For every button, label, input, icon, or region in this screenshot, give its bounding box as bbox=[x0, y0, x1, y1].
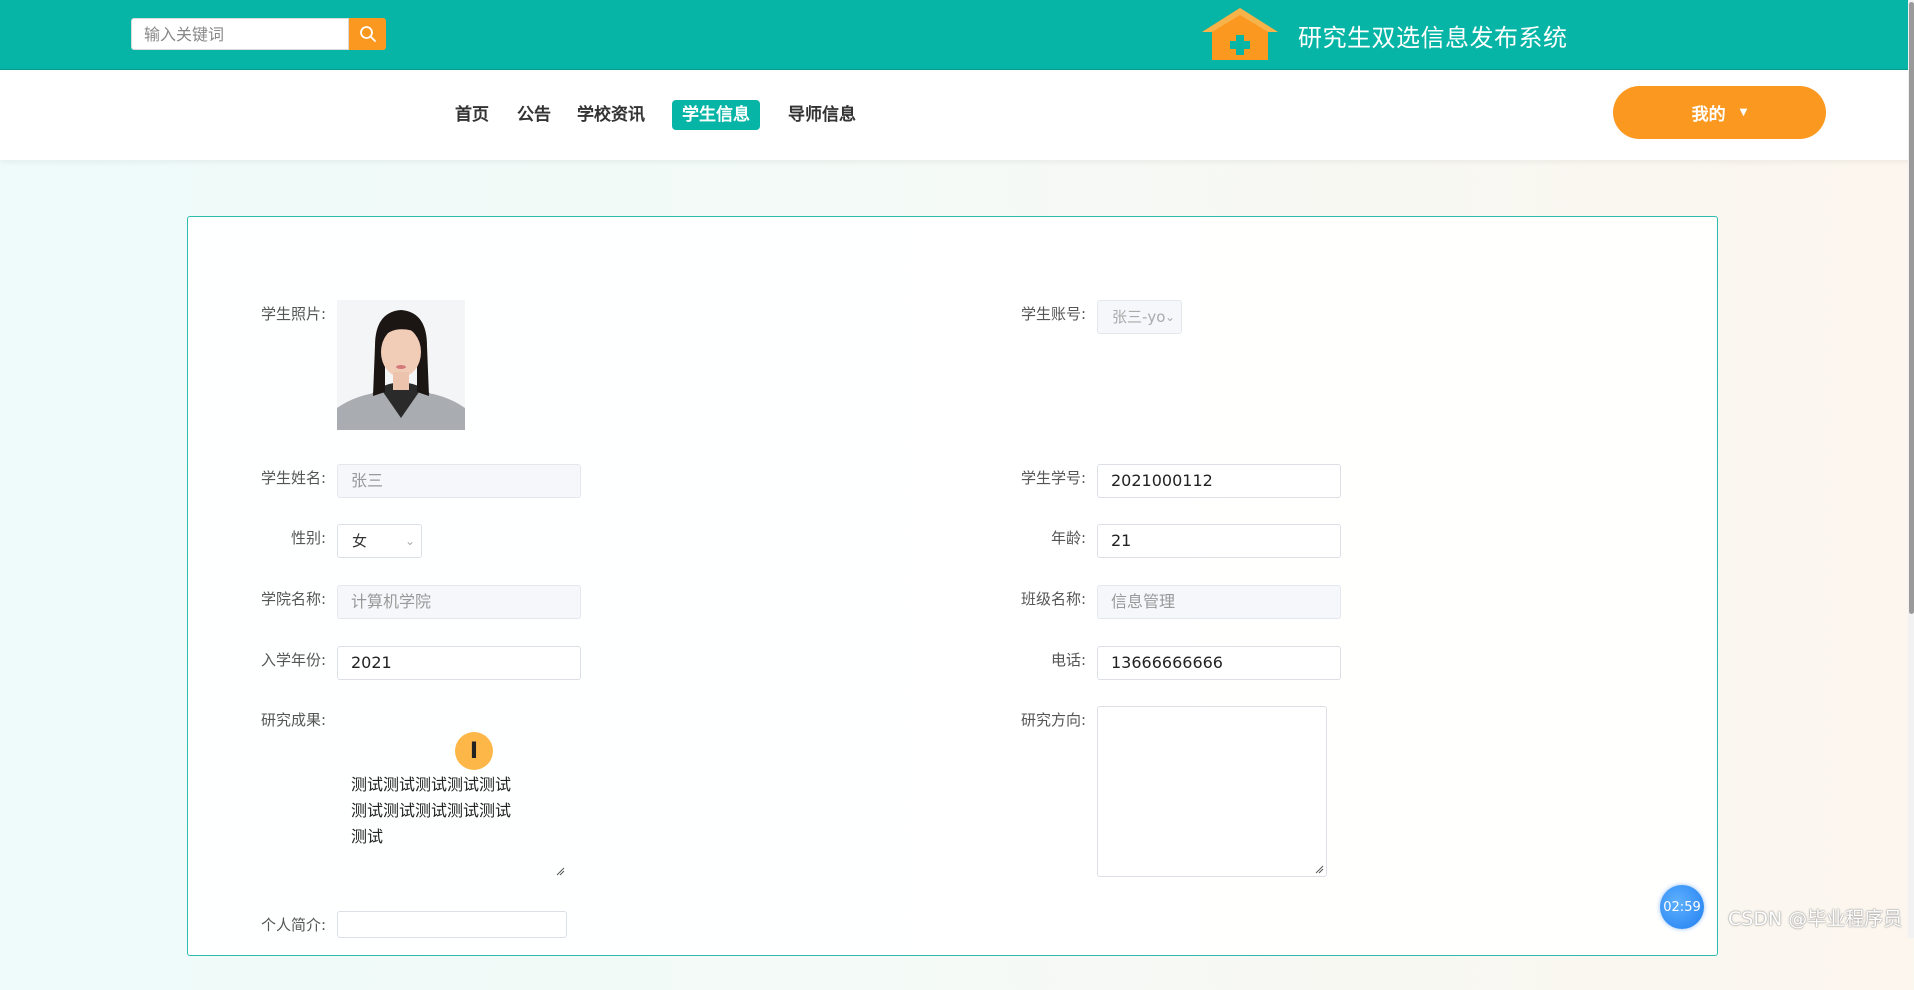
phone-label: 电话: bbox=[1050, 651, 1086, 669]
intro-textarea[interactable] bbox=[337, 911, 567, 938]
name-field[interactable]: 张三 bbox=[337, 464, 581, 498]
my-account-label: 我的 bbox=[1691, 105, 1726, 125]
caret-down-icon: ▼ bbox=[1739, 107, 1748, 118]
my-account-dropdown[interactable]: 我的 ▼ bbox=[1613, 86, 1826, 139]
nav-item-tutor-info[interactable]: 导师信息 bbox=[788, 100, 856, 130]
recording-timer: 02:59 bbox=[1660, 885, 1704, 929]
gender-label: 性别: bbox=[290, 529, 326, 547]
site-title: 研究生双选信息发布系统 bbox=[1298, 24, 1568, 52]
nav-item-announcements[interactable]: 公告 bbox=[517, 100, 551, 130]
research-results-label: 研究成果: bbox=[260, 711, 326, 729]
text-cursor-icon: I bbox=[455, 732, 493, 770]
account-value: 张三-yo bbox=[1112, 308, 1166, 326]
class-field[interactable]: 信息管理 bbox=[1097, 585, 1341, 619]
chevron-down-icon: ⌄ bbox=[1164, 310, 1175, 324]
resize-grip-icon[interactable] bbox=[555, 866, 565, 876]
student-photo[interactable] bbox=[337, 300, 465, 430]
college-field[interactable]: 计算机学院 bbox=[337, 585, 581, 619]
nav-item-student-info[interactable]: 学生信息 bbox=[672, 100, 760, 130]
resize-grip-icon[interactable] bbox=[1314, 864, 1324, 874]
watermark: CSDN @毕业程序员 bbox=[1728, 908, 1903, 930]
search-button[interactable] bbox=[349, 18, 386, 50]
gender-select[interactable]: 女 ⌄ bbox=[337, 524, 422, 558]
class-label: 班级名称: bbox=[1020, 590, 1086, 608]
search-input[interactable] bbox=[131, 18, 349, 50]
page-scrollbar-thumb[interactable] bbox=[1909, 2, 1914, 614]
photo-label: 学生照片: bbox=[260, 305, 326, 323]
age-label: 年龄: bbox=[1050, 529, 1086, 547]
nav-item-school-news[interactable]: 学校资讯 bbox=[577, 100, 645, 130]
account-select[interactable]: 张三-yo ⌄ bbox=[1097, 300, 1182, 334]
account-label: 学生账号: bbox=[1020, 305, 1086, 323]
research-results-text: 测试测试测试测试测试 测试测试测试测试测试 测试 bbox=[351, 775, 512, 846]
search-icon bbox=[359, 26, 376, 42]
research-direction-textarea[interactable] bbox=[1097, 706, 1327, 877]
student-no-label: 学生学号: bbox=[1020, 469, 1086, 487]
name-label: 学生姓名: bbox=[260, 469, 326, 487]
nav-item-home[interactable]: 首页 bbox=[455, 100, 489, 130]
enroll-year-field[interactable]: 2021 bbox=[337, 646, 581, 680]
phone-field[interactable]: 13666666666 bbox=[1097, 646, 1341, 680]
college-label: 学院名称: bbox=[260, 590, 326, 608]
gender-value: 女 bbox=[352, 532, 368, 550]
enroll-year-label: 入学年份: bbox=[260, 651, 326, 669]
student-no-field[interactable]: 2021000112 bbox=[1097, 464, 1341, 498]
age-field[interactable]: 21 bbox=[1097, 524, 1341, 558]
intro-label: 个人简介: bbox=[260, 916, 326, 934]
portrait-image-icon bbox=[337, 300, 465, 430]
research-results-textarea[interactable]: 测试测试测试测试测试 测试测试测试测试测试 测试 bbox=[337, 712, 567, 878]
research-direction-label: 研究方向: bbox=[1020, 711, 1086, 729]
chevron-down-icon: ⌄ bbox=[404, 534, 415, 548]
home-plus-logo-icon bbox=[1202, 8, 1278, 60]
